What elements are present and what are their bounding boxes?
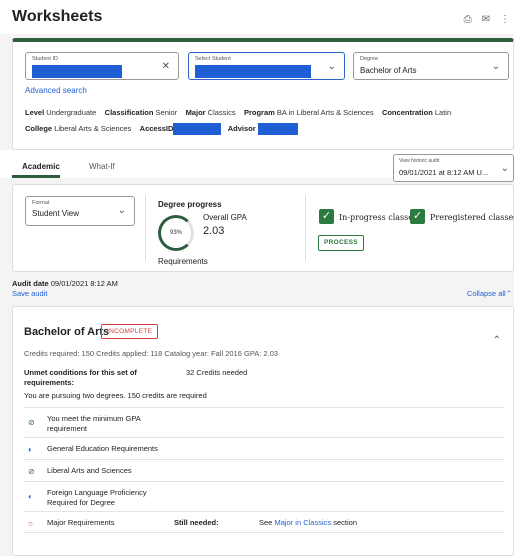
format-label: Format (32, 200, 50, 206)
empty-circle-icon: ○ (28, 519, 33, 528)
redacted-accessid (173, 123, 222, 135)
header-actions: ⎙ ✉ ⋮ (464, 14, 510, 25)
student-info-row-2: College Liberal Arts & Sciences AccessID… (25, 123, 298, 135)
summary-card: Format Student View ⌄ Degree progress 93… (12, 184, 514, 272)
major-in-classics-link[interactable]: Major in Classics (274, 518, 331, 527)
requirement-text: Liberal Arts and Sciences (47, 466, 132, 475)
degree-label: Degree (360, 56, 379, 62)
check-circle-icon: ⊘ (28, 467, 35, 476)
requirement-row[interactable]: ◐ Foreign Language Proficiency Required … (24, 481, 504, 511)
student-id-field[interactable]: Student ID ✕ (25, 52, 179, 80)
progress-percent: 93% (169, 230, 182, 236)
top-bar: Worksheets ⎙ ✉ ⋮ (0, 0, 514, 34)
requirement-text: General Education Requirements (47, 444, 158, 453)
chevron-up-icon[interactable]: ⌃ (493, 335, 501, 346)
historic-audit-dropdown[interactable]: View historic audit 09/01/2021 at 8:12 A… (393, 154, 514, 182)
requirement-row[interactable]: ⊘ You meet the minimum GPA requirement (24, 407, 504, 437)
unmet-conditions-value: 32 Credits needed (186, 368, 248, 377)
requirements-label: Requirements (158, 257, 208, 266)
still-needed-label: Still needed: (174, 518, 219, 527)
more-icon[interactable]: ⋮ (500, 14, 510, 25)
inprogress-checkbox[interactable]: ✓ (319, 209, 334, 224)
page-title: Worksheets (12, 8, 103, 25)
preregistered-label: Preregistered classes (430, 213, 514, 222)
redacted-advisor (257, 123, 298, 135)
divider (145, 195, 146, 261)
historic-audit-value: 09/01/2021 at 8:12 AM U... (399, 168, 489, 177)
chevron-down-icon: ⌄ (500, 163, 509, 174)
divider (305, 195, 306, 261)
tab-what-if[interactable]: What-If (89, 162, 115, 171)
check-circle-icon: ⊘ (28, 418, 35, 427)
requirement-text: Foreign Language Proficiency Required fo… (47, 488, 147, 507)
active-tab-indicator (12, 175, 60, 178)
progress-ring: 93% (158, 215, 194, 251)
still-needed-value: See Major in Classics section (259, 518, 357, 527)
requirement-row[interactable]: ⊘ Liberal Arts and Sciences (24, 459, 504, 481)
process-button[interactable]: PROCESS (318, 235, 364, 251)
degree-block-title: Bachelor of Arts (24, 326, 110, 338)
inprogress-label: In-progress classes (339, 213, 418, 222)
overall-gpa-value: 2.03 (203, 225, 225, 237)
half-circle-icon: ◐ (28, 492, 33, 501)
degree-block-card: Bachelor of Arts INCOMPLETE ⌃ Credits re… (12, 306, 514, 556)
advanced-search-link[interactable]: Advanced search (25, 86, 87, 95)
collapse-all-link[interactable]: Collapse all⌃ (467, 289, 512, 298)
requirement-row[interactable]: ○ Major Requirements Still needed: See M… (24, 511, 504, 533)
redacted-student-id (32, 65, 122, 78)
half-circle-icon: ◐ (28, 445, 33, 454)
chevron-down-icon: ⌄ (327, 61, 336, 72)
unmet-conditions-label: Unmet conditions for this set of require… (24, 368, 137, 387)
student-id-label: Student ID (32, 56, 58, 62)
degree-progress-title: Degree progress (158, 200, 222, 209)
format-value: Student View (32, 209, 79, 218)
preregistered-checkbox[interactable]: ✓ (410, 209, 425, 224)
student-card: Student ID ✕ Select Student ⌄ Degree Bac… (12, 38, 514, 150)
overall-gpa-label: Overall GPA (203, 213, 247, 222)
requirement-row[interactable]: ◐ General Education Requirements (24, 437, 504, 459)
pursuing-note: You are pursuing two degrees. 150 credit… (24, 391, 207, 400)
print-icon[interactable]: ⎙ (464, 14, 472, 25)
status-badge: INCOMPLETE (101, 324, 159, 339)
tab-academic[interactable]: Academic (22, 162, 60, 171)
select-student-dropdown[interactable]: Select Student ⌄ (188, 52, 345, 80)
degree-dropdown[interactable]: Degree Bachelor of Arts ⌄ (353, 52, 509, 80)
requirement-text: You meet the minimum GPA requirement (47, 414, 141, 433)
clear-icon[interactable]: ✕ (162, 61, 170, 72)
degree-meta: Credits required: 150 Credits applied: 1… (24, 349, 279, 358)
format-dropdown[interactable]: Format Student View ⌄ (25, 196, 135, 226)
requirement-text: Major Requirements (47, 518, 115, 527)
select-student-label: Select Student (195, 56, 231, 62)
student-info-row-1: Level Undergraduate Classification Senio… (25, 108, 452, 117)
degree-value: Bachelor of Arts (360, 66, 417, 75)
historic-audit-label: View historic audit (399, 158, 440, 164)
chevron-up-icon: ⌃ (505, 289, 512, 298)
redacted-student-name (195, 65, 311, 78)
chevron-down-icon: ⌄ (117, 205, 126, 216)
mail-icon[interactable]: ✉ (482, 14, 490, 25)
audit-date: Audit date 09/01/2021 8:12 AM (12, 279, 118, 288)
save-audit-link[interactable]: Save audit (12, 289, 47, 298)
chevron-down-icon: ⌄ (491, 61, 500, 72)
